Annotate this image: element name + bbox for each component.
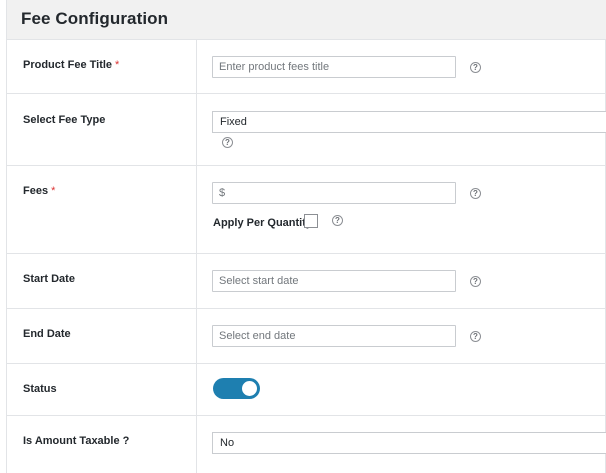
product-fee-title-label-text: Product Fee Title	[23, 59, 113, 71]
is-amount-taxable-selected-value: No	[220, 437, 235, 449]
start-date-placeholder: Select start date	[219, 275, 299, 287]
apply-per-quantity-checkbox[interactable]	[304, 214, 318, 228]
required-mark: *	[115, 59, 120, 71]
toggle-knob	[242, 381, 257, 396]
panel-header: Fee Configuration	[7, 0, 606, 40]
required-mark: *	[51, 185, 56, 197]
fee-type-selected-value: Fixed	[220, 116, 247, 128]
row-product-fee-title: Product Fee Title * Enter product fees ti…	[7, 40, 606, 94]
help-icon[interactable]: ?	[332, 215, 343, 226]
end-date-placeholder: Select end date	[219, 330, 296, 342]
end-date-label: End Date	[23, 328, 71, 340]
select-fee-type-label: Select Fee Type	[23, 114, 106, 126]
end-date-input[interactable]: Select end date	[212, 325, 456, 347]
product-fee-title-placeholder: Enter product fees title	[219, 61, 330, 73]
status-label: Status	[23, 383, 57, 395]
row-status: Status	[7, 364, 606, 416]
fee-type-select[interactable]: Fixed	[212, 111, 606, 133]
apply-per-quantity-label: Apply Per Quantity	[213, 217, 313, 229]
fees-input-value: $	[219, 187, 226, 199]
row-end-date: End Date Select end date ?	[7, 309, 606, 364]
start-date-label: Start Date	[23, 273, 75, 285]
help-icon[interactable]: ?	[470, 276, 481, 287]
fees-label-text: Fees	[23, 185, 49, 197]
panel-title: Fee Configuration	[21, 9, 169, 28]
is-amount-taxable-label: Is Amount Taxable ?	[23, 435, 130, 447]
product-fee-title-input[interactable]: Enter product fees title	[212, 56, 456, 78]
help-icon[interactable]: ?	[470, 62, 481, 73]
help-icon[interactable]: ?	[470, 331, 481, 342]
start-date-input[interactable]: Select start date	[212, 270, 456, 292]
row-fees: Fees * $ ?	[7, 166, 606, 254]
row-select-fee-type: Select Fee Type Fixed ?	[7, 94, 606, 166]
row-start-date: Start Date Select start date ?	[7, 254, 606, 309]
fee-configuration-panel: Fee Configuration Product Fee Title * Ent…	[6, 0, 606, 473]
status-toggle[interactable]	[213, 378, 260, 399]
fees-input[interactable]: $	[212, 182, 456, 204]
product-fee-title-label: Product Fee Title *	[23, 59, 119, 71]
is-amount-taxable-select[interactable]: No	[212, 432, 606, 454]
row-is-amount-taxable: Is Amount Taxable ? No	[7, 416, 606, 473]
help-icon[interactable]: ?	[470, 188, 481, 199]
help-icon[interactable]: ?	[222, 137, 233, 148]
fees-label: Fees *	[23, 185, 55, 197]
